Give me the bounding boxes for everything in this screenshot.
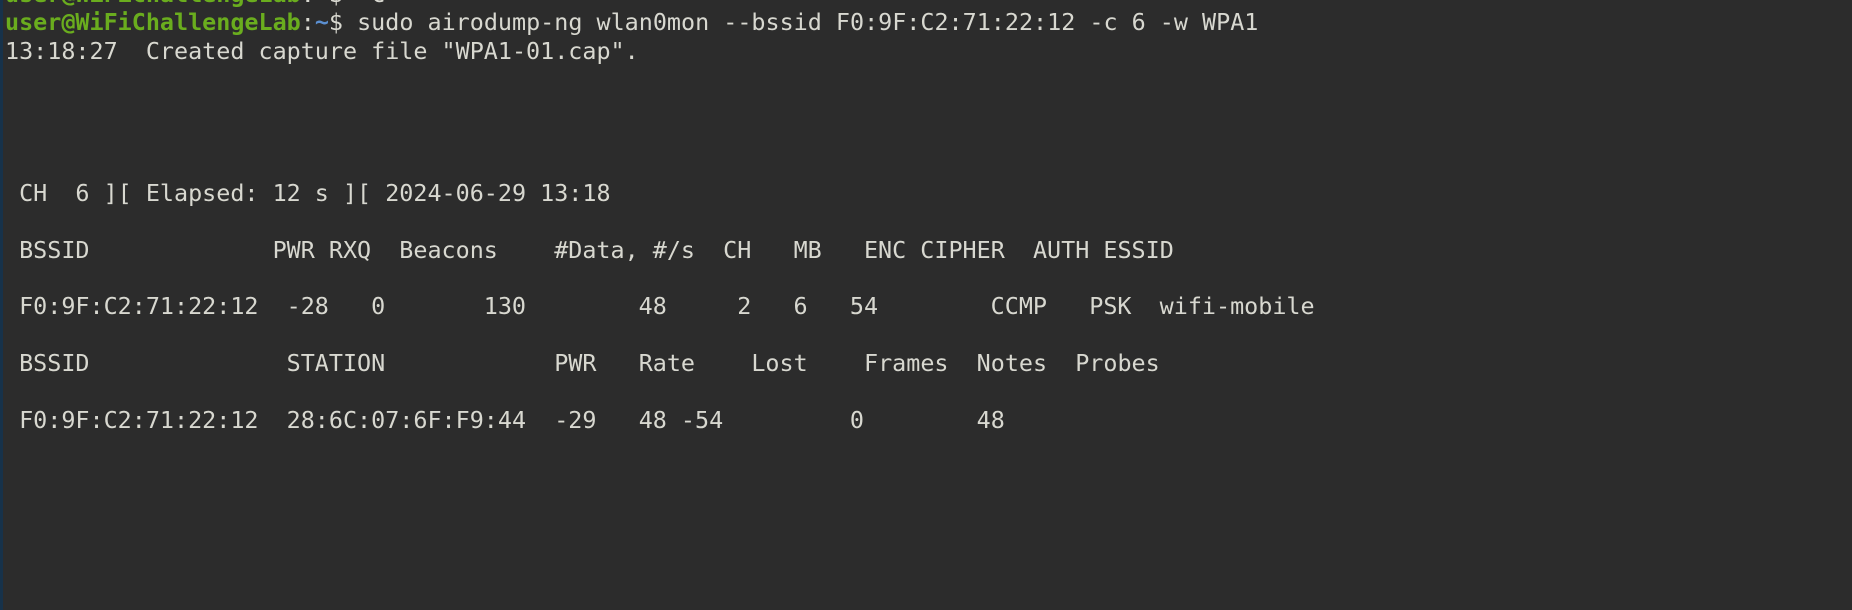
- ap-ch: 6: [793, 292, 808, 321]
- ap-beacons: 130: [483, 292, 527, 321]
- prompt-symbol: $: [328, 8, 344, 37]
- capture-file-message: 13:18:27 Created capture file "WPA1-01.c…: [5, 36, 639, 65]
- command-text: sudo airodump-ng wlan0mon --bssid F0:9F:…: [343, 8, 1259, 37]
- station-header-frames: Frames: [864, 349, 949, 378]
- ap-table-header: BSSID PWR RXQ Beacons #Data, #/s CH MB ENC CIPHER…: [5, 236, 1852, 264]
- station-bssid: F0:9F:C2:71:22:12: [19, 405, 259, 434]
- station-header-bssid: BSSID: [5, 349, 90, 378]
- station-pwr: -29: [554, 405, 597, 434]
- station-header-notes: Notes: [976, 349, 1048, 378]
- header-bssid: BSSID: [5, 235, 90, 264]
- ap-enc: [878, 292, 948, 320]
- previous-prompt-line: user@WiFiChallengeLab:~$ ^C: [5, 0, 1852, 8]
- station-lost: 0: [849, 405, 864, 434]
- ap-essid: wifi-mobile: [1159, 292, 1315, 321]
- prompt-colon: :: [300, 8, 315, 37]
- ap-data-rate: 2: [737, 292, 752, 321]
- header-data: #Data,: [554, 235, 639, 264]
- header-data-rate: #/s: [652, 235, 695, 264]
- prompt-symbol: $: [329, 0, 343, 8]
- adjacent-window-edge: [0, 0, 3, 610]
- header-beacons: Beacons: [399, 235, 498, 264]
- ap-mb: 54: [849, 292, 879, 321]
- station-frames: 48: [976, 405, 1005, 434]
- ap-table-row: F0:9F:C2:71:22:12 -28 0 130 48 2 6 54 CCMP PSK wif…: [5, 292, 1852, 320]
- terminal-output[interactable]: user@WiFiChallengeLab:~$ ^C user@WiFiCha…: [5, 0, 1852, 434]
- previous-command: ^C: [343, 0, 385, 8]
- header-pwr: PWR: [272, 235, 315, 264]
- command-line: user@WiFiChallengeLab:~$ sudo airodump-n…: [5, 8, 1852, 36]
- station-mac: 28:6C:07:6F:F9:44: [286, 405, 527, 434]
- station-header-station: STATION: [286, 349, 386, 378]
- station-header-rate: Rate: [638, 349, 696, 378]
- station-header-lost: Lost: [751, 349, 808, 378]
- header-auth: AUTH: [1032, 235, 1090, 264]
- header-enc: ENC: [863, 235, 907, 264]
- station-header-probes: Probes: [1075, 349, 1160, 378]
- ap-cipher: CCMP: [990, 292, 1048, 321]
- station-table-header: BSSID STATION PWR Rate Lost Frames Notes Probes: [5, 349, 1852, 377]
- prompt-path: ~: [315, 0, 329, 8]
- station-header-pwr: PWR: [554, 349, 597, 378]
- ap-pwr: -28: [286, 292, 329, 321]
- header-mb: MB: [793, 235, 822, 264]
- header-rxq: RXQ: [328, 235, 372, 264]
- station-table-row: F0:9F:C2:71:22:12 28:6C:07:6F:F9:44 -29 48 …: [5, 406, 1852, 434]
- prompt-user-host: user@WiFiChallengeLab: [5, 8, 301, 37]
- prompt-user-host: user@WiFiChallengeLab: [5, 0, 301, 8]
- ap-auth: PSK: [1089, 292, 1132, 321]
- prompt-colon: :: [301, 0, 315, 8]
- station-notes: [1005, 406, 1132, 434]
- header-cipher: CIPHER: [920, 235, 1005, 264]
- header-essid: ESSID: [1103, 235, 1174, 264]
- station-rate: 48 -54: [638, 405, 724, 434]
- ap-bssid: F0:9F:C2:71:22:12: [19, 292, 259, 321]
- ap-rxq: 0: [371, 292, 386, 321]
- prompt-path: ~: [314, 8, 329, 37]
- header-ch: CH: [723, 235, 752, 264]
- airodump-status-line: CH 6 ][ Elapsed: 12 s ][ 2024-06-29 13:1…: [5, 178, 611, 207]
- ap-data: 48: [638, 292, 667, 321]
